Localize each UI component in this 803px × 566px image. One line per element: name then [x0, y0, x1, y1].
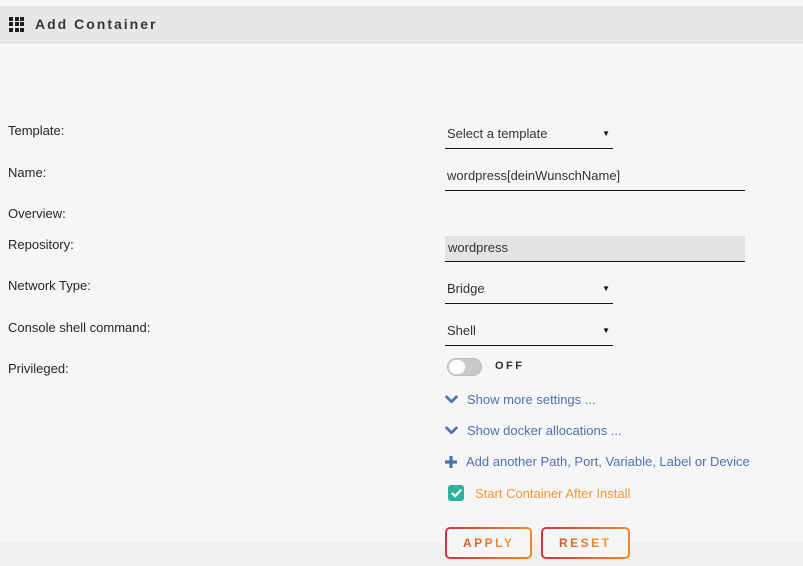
repository-label: Repository:	[8, 237, 74, 252]
add-container-page: Add Container Template: Name: Overview: …	[0, 0, 803, 566]
show-docker-allocations-label: Show docker allocations ...	[467, 423, 622, 438]
network-type-select[interactable]: Bridge ▼	[445, 278, 613, 304]
grid-icon	[9, 16, 24, 32]
page-header: Add Container	[0, 6, 803, 43]
console-shell-select-value: Shell	[447, 323, 476, 338]
apply-button[interactable]: APPLY	[445, 527, 533, 559]
repository-input[interactable]	[445, 236, 745, 262]
chevron-down-icon	[445, 426, 458, 435]
name-label: Name:	[8, 165, 47, 180]
overview-label: Overview:	[8, 206, 66, 221]
show-more-settings-link[interactable]: Show more settings ...	[445, 392, 596, 407]
name-input[interactable]	[445, 165, 745, 191]
show-docker-allocations-link[interactable]: Show docker allocations ...	[445, 423, 622, 438]
start-container-label: Start Container After Install	[475, 485, 631, 501]
toggle-knob	[448, 359, 466, 375]
privileged-toggle-state: OFF	[495, 360, 525, 372]
privileged-toggle[interactable]	[447, 358, 482, 376]
reset-button[interactable]: RESET	[541, 527, 630, 559]
network-type-select-value: Bridge	[447, 281, 485, 296]
chevron-down-icon	[445, 395, 458, 404]
template-select[interactable]: Select a template ▼	[445, 123, 613, 149]
privileged-label: Privileged:	[8, 361, 69, 376]
start-container-checkbox-row[interactable]: Start Container After Install	[448, 485, 630, 501]
chevron-down-icon: ▼	[602, 284, 610, 293]
chevron-down-icon: ▼	[602, 326, 610, 335]
form-content: Template: Name: Overview: Repository: Ne…	[0, 44, 803, 559]
template-label: Template:	[8, 123, 65, 138]
console-shell-label: Console shell command:	[8, 320, 151, 335]
show-more-settings-label: Show more settings ...	[467, 392, 596, 407]
chevron-down-icon: ▼	[602, 129, 610, 138]
plus-icon	[445, 455, 457, 468]
console-shell-select[interactable]: Shell ▼	[445, 320, 613, 346]
page-title: Add Container	[35, 16, 158, 32]
add-another-label: Add another Path, Port, Variable, Label …	[466, 454, 750, 469]
apply-button-label: APPLY	[463, 536, 515, 550]
checkbox-checked-icon[interactable]	[448, 485, 464, 501]
reset-button-label: RESET	[559, 536, 612, 550]
network-type-label: Network Type:	[8, 278, 91, 293]
add-another-link[interactable]: Add another Path, Port, Variable, Label …	[445, 454, 750, 469]
template-select-value: Select a template	[447, 126, 548, 141]
